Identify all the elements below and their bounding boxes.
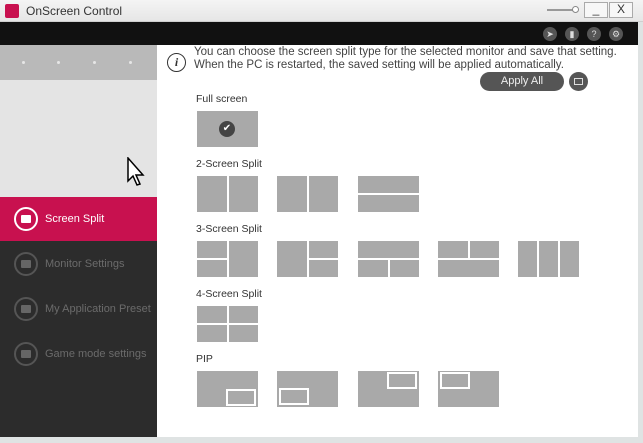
layout-pane bbox=[390, 260, 419, 277]
layout-pip-top-right[interactable] bbox=[358, 371, 419, 407]
layout-2-split-vertical[interactable] bbox=[197, 176, 258, 212]
sidebar-item-label: Game mode settings bbox=[45, 348, 147, 360]
sidebar-item-game-mode-settings[interactable]: Game mode settings bbox=[0, 332, 157, 376]
help-icon[interactable]: ? bbox=[587, 27, 601, 41]
minimize-button[interactable]: _ bbox=[584, 2, 608, 18]
section-label: PIP bbox=[196, 353, 213, 365]
layout-pane bbox=[358, 176, 419, 193]
layout-pane bbox=[539, 241, 558, 277]
layout-pane bbox=[438, 241, 468, 258]
opacity-slider-handle[interactable] bbox=[572, 6, 579, 13]
info-line: You can choose the screen split type for… bbox=[194, 46, 617, 58]
preset-icon bbox=[14, 297, 38, 321]
sidebar-item-label: My Application Preset bbox=[45, 303, 151, 315]
opacity-slider-track[interactable] bbox=[547, 9, 575, 11]
layout-pane bbox=[197, 241, 227, 258]
layout-pane bbox=[309, 241, 338, 258]
layout-pane bbox=[518, 241, 537, 277]
page-dot[interactable] bbox=[129, 61, 132, 64]
section-label: 2-Screen Split bbox=[196, 158, 262, 170]
layout-pane bbox=[560, 241, 579, 277]
layout-2-split-ratio[interactable] bbox=[277, 176, 338, 212]
title-bar: OnScreen Control _ X bbox=[0, 0, 643, 22]
monitor-list-icon[interactable] bbox=[569, 72, 588, 91]
layout-pane bbox=[277, 176, 307, 212]
layout-pane bbox=[277, 241, 307, 277]
check-icon: ✔ bbox=[219, 121, 235, 137]
cursor-icon[interactable]: ➤ bbox=[543, 27, 557, 41]
page-dot[interactable] bbox=[22, 61, 25, 64]
close-button[interactable]: X bbox=[609, 2, 633, 18]
layout-pane bbox=[470, 241, 499, 258]
layout-pip-bottom-right[interactable] bbox=[197, 371, 258, 407]
layout-3-split-b[interactable] bbox=[277, 241, 338, 277]
layout-pane bbox=[279, 388, 309, 405]
layout-3-split-c[interactable] bbox=[358, 241, 419, 277]
page-dot[interactable] bbox=[57, 61, 60, 64]
layout-3-split-a[interactable] bbox=[197, 241, 258, 277]
layout-3-split-e[interactable] bbox=[518, 241, 579, 277]
page-dot[interactable] bbox=[93, 61, 96, 64]
gamepad-icon bbox=[14, 342, 38, 366]
layout-pane bbox=[197, 176, 227, 212]
layout-pane bbox=[387, 372, 417, 389]
section-label: 3-Screen Split bbox=[196, 223, 262, 235]
sidebar-item-label: Screen Split bbox=[45, 213, 105, 225]
layout-pip-bottom-left[interactable] bbox=[277, 371, 338, 407]
window-title: OnScreen Control bbox=[26, 4, 123, 18]
layout-pane bbox=[229, 306, 258, 323]
layout-pane bbox=[197, 260, 227, 277]
info-icon: i bbox=[167, 53, 186, 72]
sidebar-item-label: Monitor Settings bbox=[45, 258, 125, 270]
layout-full-screen[interactable]: ✔ bbox=[197, 111, 258, 147]
section-label: 4-Screen Split bbox=[196, 288, 262, 300]
layout-pane bbox=[226, 389, 256, 406]
layout-pane bbox=[309, 260, 338, 277]
layout-pane bbox=[309, 176, 338, 212]
layout-pane bbox=[229, 176, 258, 212]
screen-split-icon bbox=[14, 207, 38, 231]
sidebar-item-monitor-settings[interactable]: Monitor Settings bbox=[0, 242, 157, 286]
layout-pane bbox=[358, 195, 419, 212]
monitor-icon bbox=[14, 252, 38, 276]
sidebar-item-my-application-preset[interactable]: My Application Preset bbox=[0, 287, 157, 331]
info-line: When the PC is restarted, the saved sett… bbox=[194, 59, 564, 71]
gear-icon[interactable]: ⚙ bbox=[609, 27, 623, 41]
section-label: Full screen bbox=[196, 93, 248, 105]
info-text: You can choose the screen split type for… bbox=[194, 46, 634, 72]
layout-pane bbox=[229, 325, 258, 342]
app-logo-icon bbox=[5, 4, 19, 18]
layout-2-split-horizontal[interactable] bbox=[358, 176, 419, 212]
layout-3-split-d[interactable] bbox=[438, 241, 499, 277]
layout-pane bbox=[438, 260, 499, 277]
window-bottom-edge bbox=[0, 437, 643, 443]
layout-pane bbox=[440, 372, 470, 389]
mouse-cursor-icon bbox=[127, 157, 145, 186]
monitor-icon[interactable]: ▮ bbox=[565, 27, 579, 41]
layout-4-split[interactable] bbox=[197, 306, 258, 342]
layout-pane bbox=[229, 241, 258, 277]
sidebar-item-screen-split[interactable]: Screen Split bbox=[0, 197, 157, 241]
layout-pane bbox=[197, 306, 227, 323]
layout-pane bbox=[197, 325, 227, 342]
layout-pane bbox=[358, 260, 388, 277]
layout-pip-top-left[interactable] bbox=[438, 371, 499, 407]
apply-all-button[interactable]: Apply All bbox=[480, 72, 564, 91]
layout-pane bbox=[358, 241, 419, 258]
